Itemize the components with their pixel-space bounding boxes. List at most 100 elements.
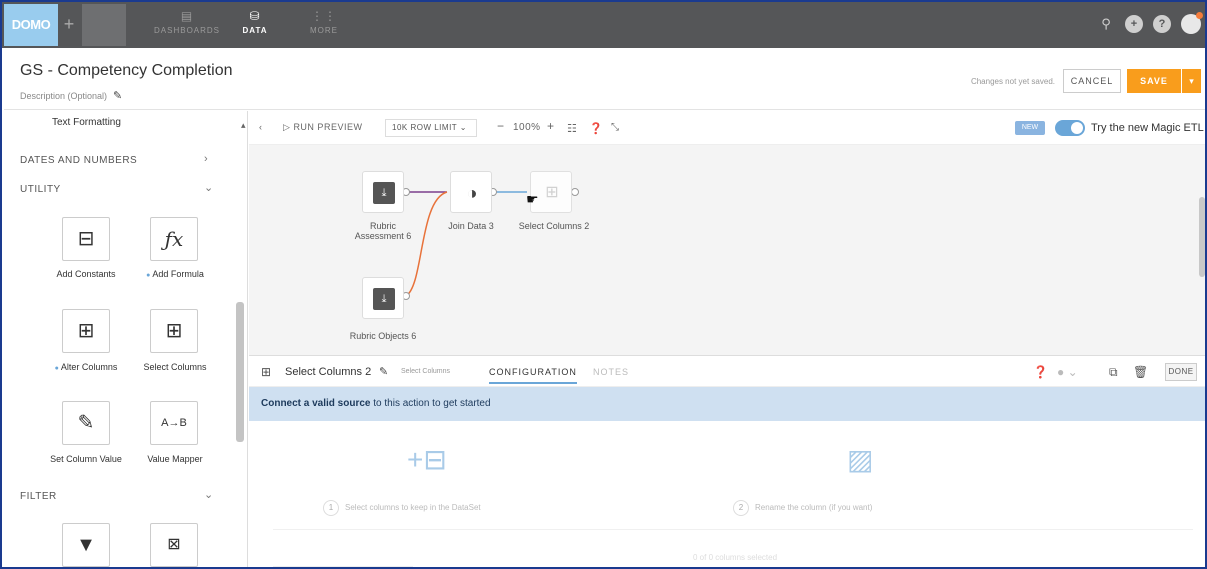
run-preview[interactable]: ▷ RUN PREVIEW <box>283 122 362 133</box>
tile-label-set-column-value: Set Column Value <box>50 454 122 464</box>
dashboards-icon: ▤ <box>180 9 194 23</box>
rename-icon: ▨ <box>847 444 874 475</box>
nav-dashboards[interactable]: ▤ DASHBOARDS <box>154 8 220 44</box>
copy-icon[interactable]: ⧉ <box>1109 365 1118 380</box>
magic-etl-toggle[interactable] <box>1055 120 1085 136</box>
node-join-data[interactable]: ◑ <box>450 171 492 213</box>
chevron-down-icon[interactable]: ⌄ <box>204 488 213 501</box>
notification-dot <box>1196 12 1203 19</box>
etl-canvas[interactable]: ⤓ Rubric Assessment 6 ◑ Join Data 3 ⊞ Se… <box>249 145 1205 355</box>
canvas-scrollbar[interactable] <box>1199 197 1205 277</box>
input-dataset-icon: ⤓ <box>373 182 395 204</box>
magic-etl-label[interactable]: Try the new Magic ETL <box>1091 122 1204 134</box>
nav-data-label: DATA <box>242 26 268 35</box>
alter-columns-icon[interactable]: ⊞ <box>62 309 110 353</box>
tile-label-add-formula: ● Add Formula <box>130 269 220 279</box>
database-icon: ⛁ <box>249 9 261 23</box>
filter-icon[interactable]: ▼ <box>62 523 110 567</box>
add-circle-icon[interactable]: + <box>1125 15 1143 33</box>
top-right-icons: ⚲ + ? <box>1097 12 1203 34</box>
step-2: 2 Rename the column (if you want) <box>733 500 872 516</box>
done-button[interactable]: DONE <box>1165 363 1197 381</box>
row-limit-label: 10K ROW LIMIT <box>392 123 458 132</box>
add-columns-icon: +⊟ <box>407 444 447 475</box>
app-frame: DOMO + ▤ DASHBOARDS ⛁ DATA ⋮⋮ MORE ⚲ + ?… <box>0 0 1207 569</box>
input-dataset-icon: ⤓ <box>373 288 395 310</box>
node-label-select-columns: Select Columns 2 <box>518 221 590 231</box>
action-name[interactable]: Select Columns 2 <box>285 366 371 378</box>
save-button[interactable]: SAVE <box>1127 69 1181 93</box>
remove-duplicates-icon[interactable]: ⊠ <box>150 523 198 567</box>
description-placeholder: Description (Optional) <box>20 91 108 101</box>
help-icon[interactable]: ❓ <box>589 122 603 135</box>
output-port[interactable] <box>571 188 579 196</box>
avatar[interactable] <box>1181 12 1203 34</box>
zoom-in-icon[interactable]: + <box>547 119 555 133</box>
unsaved-status: Changes not yet saved. <box>970 77 1055 86</box>
auto-layout-icon[interactable]: ☷ <box>567 122 577 135</box>
add-constants-icon[interactable]: ⊟ <box>62 217 110 261</box>
node-rubric-objects[interactable]: ⤓ <box>362 277 404 319</box>
tab-configuration[interactable]: CONFIGURATION <box>489 367 577 384</box>
play-icon: ▷ <box>283 122 291 132</box>
page-title[interactable]: GS - Competency Completion <box>20 62 233 80</box>
config-header: ⊞ Select Columns 2 ✎ Select Columns CONF… <box>249 355 1205 387</box>
chevron-down-icon[interactable]: ▾ <box>1182 69 1201 93</box>
step-1-text: Select columns to keep in the DataSet <box>345 503 481 512</box>
new-badge: NEW <box>1015 121 1045 135</box>
node-label-rubric-assessment: Rubric Assessment 6 <box>354 221 412 241</box>
column-select-input[interactable] <box>273 553 413 567</box>
sidebar-item-text-formatting[interactable]: Text Formatting <box>52 117 121 128</box>
source-banner: Connect a valid source to this action to… <box>249 387 1205 421</box>
trash-icon[interactable]: 🗑 <box>1133 365 1148 379</box>
section-dates-numbers[interactable]: DATES AND NUMBERS <box>20 155 137 166</box>
node-rubric-assessment[interactable]: ⤓ <box>362 171 404 213</box>
value-mapper-icon[interactable]: A→B <box>150 401 198 445</box>
new-dot-icon: ● <box>54 365 59 372</box>
chevron-right-icon[interactable]: › <box>204 153 208 165</box>
color-picker-icon[interactable]: ● ⌄ <box>1057 365 1078 379</box>
sidebar-scrollbar[interactable] <box>236 302 244 442</box>
add-icon[interactable]: + <box>58 4 80 46</box>
chevron-down-icon[interactable]: ⌄ <box>204 181 213 194</box>
run-preview-label: RUN PREVIEW <box>293 122 363 132</box>
tile-label-add-constants: Add Constants <box>56 269 116 279</box>
domo-logo[interactable]: DOMO <box>4 4 58 46</box>
nav-more[interactable]: ⋮⋮ MORE <box>306 8 342 44</box>
step-1: 1 Select columns to keep in the DataSet <box>323 500 481 516</box>
pencil-icon[interactable]: ✎ <box>113 90 122 102</box>
tab-notes[interactable]: NOTES <box>593 367 629 377</box>
action-type: Select Columns <box>401 368 451 375</box>
step-number: 1 <box>323 500 339 516</box>
description-field[interactable]: Description (Optional) ✎ <box>20 89 122 102</box>
nav-dashboards-label: DASHBOARDS <box>154 26 221 35</box>
caret-up-icon[interactable]: ▴ <box>241 120 246 131</box>
canvas-toolbar: ▴ ‹ ▷ RUN PREVIEW 10K ROW LIMIT ⌄ − 100%… <box>241 111 1205 145</box>
banner-link[interactable]: Connect a valid source <box>261 398 370 409</box>
nav-thumbnail <box>82 4 126 46</box>
help-icon[interactable]: ❓ <box>1033 365 1048 379</box>
pencil-icon[interactable]: ✎ <box>379 365 388 378</box>
row-limit-select[interactable]: 10K ROW LIMIT ⌄ <box>385 119 477 137</box>
step-number: 2 <box>733 500 749 516</box>
config-body: +⊟ ▨ 1 Select columns to keep in the Data… <box>249 421 1205 567</box>
formula-icon[interactable]: ƒx <box>150 217 198 261</box>
collapse-left-icon[interactable]: ‹ <box>259 122 263 132</box>
section-filter[interactable]: FILTER <box>20 491 57 502</box>
select-columns-icon[interactable]: ⊞ <box>150 309 198 353</box>
search-icon[interactable]: ⚲ <box>1097 15 1115 33</box>
add-formula-text: Add Formula <box>152 269 204 279</box>
zoom-out-icon[interactable]: − <box>497 119 505 133</box>
expand-icon[interactable]: ⤡ <box>611 122 620 133</box>
help-icon[interactable]: ? <box>1153 15 1171 33</box>
nav-data[interactable]: ⛁ DATA <box>238 8 272 44</box>
cancel-button[interactable]: CANCEL <box>1063 69 1121 93</box>
set-column-value-icon[interactable]: ✎ <box>62 401 110 445</box>
dataflow-header: GS - Competency Completion Description (… <box>4 48 1205 110</box>
node-label-rubric-objects: Rubric Objects 6 <box>349 331 417 341</box>
top-nav: DOMO + ▤ DASHBOARDS ⛁ DATA ⋮⋮ MORE ⚲ + ? <box>2 2 1205 48</box>
divider <box>273 529 1193 530</box>
zoom-level: 100% <box>513 122 541 133</box>
section-utility[interactable]: UTILITY <box>20 184 61 195</box>
link-objects-to-join[interactable] <box>405 191 448 297</box>
